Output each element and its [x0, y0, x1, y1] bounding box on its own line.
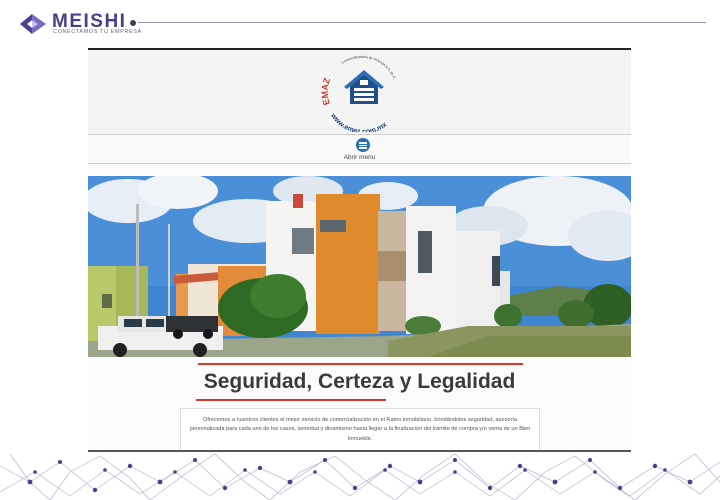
meishi-tagline: CONECTAMOS TU EMPRESA: [53, 29, 142, 35]
header-dot: [130, 20, 136, 26]
logo-band: EMAZ Comercializadora de Vivienda S.A. d…: [88, 50, 631, 134]
svg-text:Comercializadora de Vivienda S: Comercializadora de Vivienda S.A. de C.V…: [316, 54, 397, 80]
title-rule-bottom: [196, 399, 386, 401]
emaz-logo[interactable]: EMAZ Comercializadora de Vivienda S.A. d…: [316, 54, 408, 132]
emaz-logo-url: www.emaz.com.mx: [329, 112, 388, 132]
menu-bar[interactable]: Abrir menu: [88, 135, 631, 163]
meishi-logo-icon: [20, 14, 46, 34]
website-preview: EMAZ Comercializadora de Vivienda S.A. d…: [88, 48, 631, 452]
network-pattern-decoration: [0, 453, 720, 500]
open-menu-label[interactable]: Abrir menu: [88, 154, 631, 161]
hero-house-photo: [88, 176, 631, 357]
content-section: Seguridad, Certeza y Legalidad Ofrecemos…: [88, 357, 631, 452]
description-text: Ofrecemos a nuestros clientes el mejor s…: [189, 417, 531, 442]
hamburger-icon[interactable]: [356, 138, 370, 152]
svg-text:EMAZ: EMAZ: [320, 76, 333, 106]
description-box: Ofrecemos a nuestros clientes el mejor s…: [180, 408, 540, 452]
emaz-logo-name: EMAZ: [320, 76, 333, 106]
emaz-logo-subtitle: Comercializadora de Vivienda S.A. de C.V…: [316, 54, 397, 80]
header-divider: [138, 22, 706, 23]
meishi-header: MEISHI CONECTAMOS TU EMPRESA: [0, 0, 720, 40]
page-title: Seguridad, Certeza y Legalidad: [203, 370, 516, 393]
title-rule-top: [198, 363, 523, 365]
svg-text:www.emaz.com.mx: www.emaz.com.mx: [329, 112, 388, 132]
menu-band-divider: [88, 163, 631, 164]
